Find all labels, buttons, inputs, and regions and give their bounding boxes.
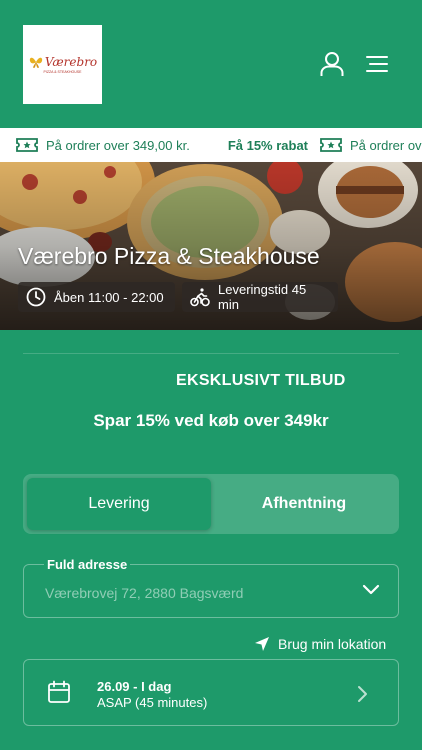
- promo-text: På ordrer over 349,00 kr.: [46, 137, 190, 153]
- tab-pickup[interactable]: Afhentning: [213, 478, 395, 530]
- location-arrow-icon: [255, 637, 269, 651]
- delivery-date: 26.09 - I dag: [97, 679, 172, 694]
- cyclist-icon: [190, 288, 210, 307]
- restaurant-logo[interactable]: Værebro PIZZA & STEAKHOUSE: [23, 25, 102, 104]
- calendar-icon: [48, 680, 70, 703]
- hamburger-menu-icon: [366, 56, 388, 72]
- clock-icon: [26, 287, 46, 307]
- address-field[interactable]: Fuld adresse Værebrovej 72, 2880 Bagsvær…: [23, 557, 399, 618]
- chevron-right-icon: [358, 686, 367, 702]
- promo-track: På ordrer over 349,00 kr. Få 15% rabat P…: [16, 128, 422, 162]
- delivery-time-selector[interactable]: 26.09 - I dag ASAP (45 minutes): [23, 659, 399, 726]
- account-button[interactable]: [318, 50, 346, 78]
- delivery-time-text: Leveringstid 45 min: [218, 282, 307, 312]
- section-divider: [23, 353, 399, 354]
- chevron-down-icon[interactable]: [362, 584, 380, 596]
- promo-text: På ordrer over 349,00 kr.: [350, 137, 422, 153]
- user-icon: [320, 52, 344, 76]
- promo-banner: På ordrer over 349,00 kr. Få 15% rabat P…: [0, 128, 422, 162]
- delivery-time-badge: Leveringstid 45 min: [182, 282, 338, 312]
- promo-text: Få 15% rabat: [227, 137, 309, 153]
- address-label: Fuld adresse: [44, 557, 131, 573]
- offer-subtitle: Spar 15% ved køb over 349kr: [93, 411, 329, 430]
- logo-text: Værebro: [44, 55, 98, 69]
- tab-delivery[interactable]: Levering: [27, 478, 211, 530]
- logo-tagline: PIZZA & STEAKHOUSE: [43, 70, 82, 74]
- use-location-label: Brug min lokation: [278, 636, 387, 652]
- hero-banner: Værebro Pizza & Steakhouse Åben 11:00 - …: [0, 162, 422, 330]
- logo-mark: Værebro: [28, 55, 97, 69]
- butterfly-icon: [29, 57, 42, 68]
- delivery-time: ASAP (45 minutes): [97, 695, 208, 710]
- promo-item: Få 15% rabat På ordrer over 349,00 kr.: [228, 128, 422, 162]
- app-header: Værebro PIZZA & STEAKHOUSE: [0, 0, 422, 128]
- opening-hours-text: Åben 11:00 - 22:00: [54, 289, 164, 305]
- restaurant-name: Værebro Pizza & Steakhouse: [18, 243, 320, 269]
- address-placeholder: Værebrovej 72, 2880 Bagsværd: [45, 585, 244, 601]
- opening-hours-badge: Åben 11:00 - 22:00: [18, 282, 175, 312]
- promo-item: På ordrer over 349,00 kr.: [16, 128, 190, 162]
- ticket-star-icon: [320, 138, 342, 152]
- use-location-button[interactable]: Brug min lokation: [254, 634, 386, 654]
- ticket-star-icon: [16, 138, 38, 152]
- menu-button[interactable]: [363, 50, 391, 78]
- offer-title: EKSKLUSIVT TILBUD: [176, 372, 346, 389]
- order-type-toggle: Levering Afhentning: [23, 474, 399, 534]
